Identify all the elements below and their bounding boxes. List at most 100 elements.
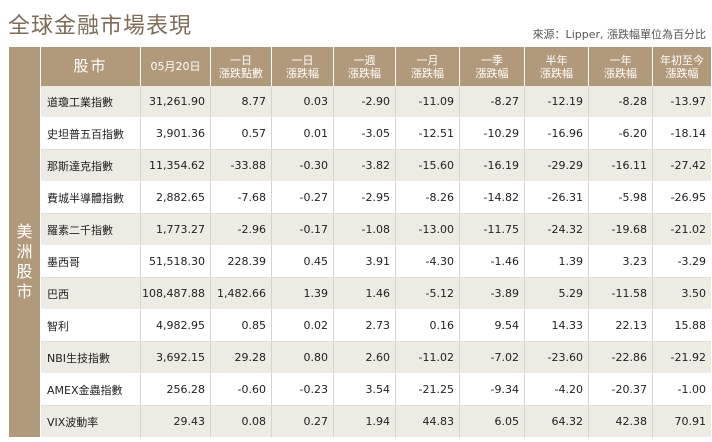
index-close-value: 2,882.65 bbox=[141, 182, 211, 214]
region-char: 股 bbox=[16, 261, 33, 281]
header-row: 股市 05月20日 一日 漲跌點數 一日 漲跌幅 一週 漲跌幅 一月 漲跌幅 一季 漲跌幅… bbox=[9, 47, 711, 86]
change-value: 3.91 bbox=[334, 246, 396, 278]
index-close-value: 29.43 bbox=[141, 406, 211, 438]
index-close-value: 3,901.36 bbox=[141, 118, 211, 150]
change-value: -7.02 bbox=[460, 342, 525, 374]
index-name: AMEX金蟲指數 bbox=[41, 374, 141, 406]
index-name: 智利 bbox=[41, 310, 141, 342]
index-name: 羅素二千指數 bbox=[41, 214, 141, 246]
change-value: -0.17 bbox=[272, 214, 334, 246]
index-name: 道瓊工業指數 bbox=[41, 86, 141, 118]
change-value: -26.31 bbox=[525, 182, 589, 214]
change-value: 15.88 bbox=[653, 310, 711, 342]
change-value: -5.12 bbox=[396, 278, 460, 310]
change-value: 228.39 bbox=[211, 246, 272, 278]
table-row: 費城半導體指數 2,882.65 -7.68 -0.27 -2.95 -8.26 -14.8… bbox=[9, 182, 711, 214]
change-value: -0.23 bbox=[272, 374, 334, 406]
change-value: -16.19 bbox=[460, 150, 525, 182]
index-name: 費城半導體指數 bbox=[41, 182, 141, 214]
change-value: 3.54 bbox=[334, 374, 396, 406]
table-row: 智利 4,982.95 0.85 0.02 2.73 0.16 9.54 14.33 22.13… bbox=[9, 310, 711, 342]
change-value: 9.54 bbox=[460, 310, 525, 342]
index-close-value: 3,692.15 bbox=[141, 342, 211, 374]
table-row: NBI生技指數 3,692.15 29.28 0.80 2.60 -11.02 -7.02-… bbox=[9, 342, 711, 374]
change-value: -22.86 bbox=[589, 342, 653, 374]
market-table: 股市 05月20日 一日 漲跌點數 一日 漲跌幅 一週 漲跌幅 一月 漲跌幅 一季 漲跌幅… bbox=[9, 47, 711, 438]
change-value: -0.60 bbox=[211, 374, 272, 406]
index-close-value: 256.28 bbox=[141, 374, 211, 406]
source-note: 來源：Lipper, 漲跌幅單位為百分比 bbox=[532, 28, 706, 41]
index-name: 墨西哥 bbox=[41, 246, 141, 278]
change-value: 0.02 bbox=[272, 310, 334, 342]
change-value: -2.95 bbox=[334, 182, 396, 214]
change-value: -1.46 bbox=[460, 246, 525, 278]
header-week-pct: 一週 漲跌幅 bbox=[334, 47, 396, 86]
header-day-points: 一日 漲跌點數 bbox=[211, 47, 272, 86]
change-value: -6.20 bbox=[589, 118, 653, 150]
change-value: -4.30 bbox=[396, 246, 460, 278]
index-name: 那斯達克指數 bbox=[41, 150, 141, 182]
change-value: -23.60 bbox=[525, 342, 589, 374]
index-close-value: 31,261.90 bbox=[141, 86, 211, 118]
change-value: -26.95 bbox=[653, 182, 711, 214]
change-value: -8.28 bbox=[589, 86, 653, 118]
change-value: -16.96 bbox=[525, 118, 589, 150]
header-stock: 股市 bbox=[41, 47, 141, 86]
change-value: -13.97 bbox=[653, 86, 711, 118]
change-value: 1.39 bbox=[525, 246, 589, 278]
change-value: -21.92 bbox=[653, 342, 711, 374]
change-value: 14.33 bbox=[525, 310, 589, 342]
change-value: -3.05 bbox=[334, 118, 396, 150]
change-value: 22.13 bbox=[589, 310, 653, 342]
table-body: 美洲股市道瓊工業指數 31,261.90 8.77 0.03 -2.90 -11.09 -8… bbox=[9, 86, 711, 438]
change-value: 42.38 bbox=[589, 406, 653, 438]
change-value: 0.16 bbox=[396, 310, 460, 342]
index-close-value: 4,982.95 bbox=[141, 310, 211, 342]
change-value: 2.60 bbox=[334, 342, 396, 374]
change-value: -11.75 bbox=[460, 214, 525, 246]
table-row: 墨西哥 51,518.30 228.39 0.45 3.91 -4.30 -1.46 1.39… bbox=[9, 246, 711, 278]
table-row: 史坦普五百指數 3,901.36 0.57 0.01 -3.05 -12.51 -10.29… bbox=[9, 118, 711, 150]
header-corner bbox=[9, 47, 41, 86]
table-row: 美洲股市道瓊工業指數 31,261.90 8.77 0.03 -2.90 -11.09 -8… bbox=[9, 86, 711, 438]
change-value: 1.46 bbox=[334, 278, 396, 310]
table-row: 那斯達克指數 11,354.62 -33.88 -0.30 -3.82 -15.60 -16… bbox=[9, 150, 711, 182]
change-value: 1.39 bbox=[272, 278, 334, 310]
change-value: -7.68 bbox=[211, 182, 272, 214]
change-value: -27.42 bbox=[653, 150, 711, 182]
change-value: -1.00 bbox=[653, 374, 711, 406]
header-quarter-pct: 一季 漲跌幅 bbox=[460, 47, 525, 86]
change-value: -29.29 bbox=[525, 150, 589, 182]
header-month-pct: 一月 漲跌幅 bbox=[396, 47, 460, 86]
change-value: 29.28 bbox=[211, 342, 272, 374]
change-value: -11.02 bbox=[396, 342, 460, 374]
region-char: 美 bbox=[16, 221, 33, 241]
change-value: 0.80 bbox=[272, 342, 334, 374]
change-value: -3.82 bbox=[334, 150, 396, 182]
change-value: -12.51 bbox=[396, 118, 460, 150]
change-value: 0.01 bbox=[272, 118, 334, 150]
change-value: -9.34 bbox=[460, 374, 525, 406]
change-value: 0.08 bbox=[211, 406, 272, 438]
change-value: -5.98 bbox=[589, 182, 653, 214]
change-value: -20.37 bbox=[589, 374, 653, 406]
table-row: AMEX金蟲指數 256.28 -0.60 -0.23 3.54 -21.25 -9.34-… bbox=[9, 374, 711, 406]
region-char: 市 bbox=[16, 281, 33, 301]
change-value: -21.02 bbox=[653, 214, 711, 246]
change-value: -2.96 bbox=[211, 214, 272, 246]
change-value: -0.27 bbox=[272, 182, 334, 214]
header-day-pct: 一日 漲跌幅 bbox=[272, 47, 334, 86]
index-name: 史坦普五百指數 bbox=[41, 118, 141, 150]
change-value: -3.29 bbox=[653, 246, 711, 278]
index-close-value: 108,487.88 bbox=[141, 278, 211, 310]
change-value: -1.08 bbox=[334, 214, 396, 246]
change-value: 1,482.66 bbox=[211, 278, 272, 310]
change-value: 3.23 bbox=[589, 246, 653, 278]
change-value: -8.27 bbox=[460, 86, 525, 118]
change-value: -33.88 bbox=[211, 150, 272, 182]
change-value: -13.00 bbox=[396, 214, 460, 246]
change-value: 0.85 bbox=[211, 310, 272, 342]
change-value: -14.82 bbox=[460, 182, 525, 214]
index-name: VIX波動率 bbox=[41, 406, 141, 438]
change-value: -2.90 bbox=[334, 86, 396, 118]
